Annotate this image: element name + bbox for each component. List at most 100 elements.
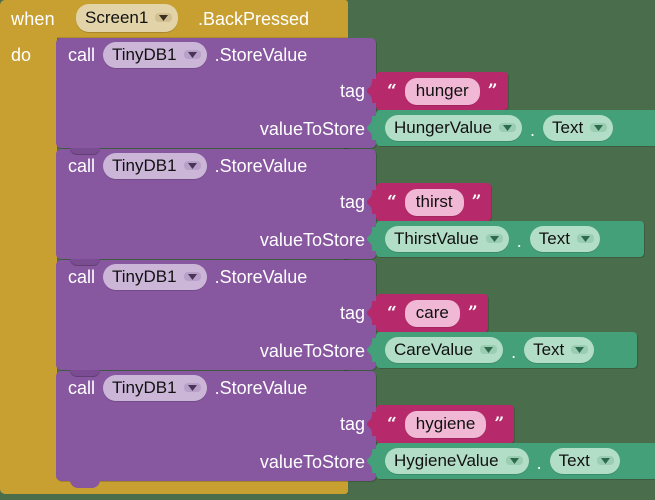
call-keyword: call [68, 377, 96, 398]
chevron-down-icon[interactable] [480, 345, 498, 354]
tag-label: tag [339, 191, 365, 212]
close-quote-icon: ” [494, 413, 505, 434]
chevron-down-icon[interactable] [498, 123, 516, 132]
text-block-4[interactable]: “ hygiene ” [367, 405, 515, 443]
method-name-label: .StoreValue [214, 155, 308, 176]
chevron-down-icon[interactable] [596, 456, 614, 465]
text-value-field[interactable]: care [404, 299, 460, 327]
valuetostore-label: valueToStore [259, 229, 365, 250]
property-separator: . [511, 342, 517, 362]
call-block-storevalue-3[interactable]: call TinyDB1 .StoreValue tag valueToStor… [56, 259, 376, 377]
property-dropdown-2[interactable]: Text [529, 226, 600, 252]
call-keyword: call [68, 155, 96, 176]
valuetostore-label: valueToStore [259, 451, 365, 472]
chevron-down-icon[interactable] [505, 456, 523, 465]
call-block-storevalue-2[interactable]: call TinyDB1 .StoreValue tag valueToStor… [56, 148, 376, 266]
text-block-1[interactable]: “ hunger ” [367, 72, 508, 110]
screen-component-dropdown[interactable]: Screen1 [76, 4, 179, 32]
valuetostore-label: valueToStore [259, 340, 365, 361]
chevron-down-icon[interactable] [183, 383, 201, 392]
getter-block-4[interactable]: HygieneValue . Text [367, 443, 655, 479]
tinydb-component-dropdown-2[interactable]: TinyDB1 [103, 153, 207, 179]
valuetostore-socket-row-4: valueToStore [56, 443, 376, 481]
component-dropdown-3[interactable]: CareValue [385, 337, 504, 363]
call-block-storevalue-1[interactable]: call TinyDB1 .StoreValue tag valueToStor… [56, 38, 376, 155]
puzzle-plug-icon [367, 338, 377, 362]
tinydb-component-name: TinyDB1 [112, 155, 177, 175]
call-keyword: call [68, 266, 96, 287]
open-quote-icon: “ [387, 191, 397, 212]
puzzle-plug-icon [367, 79, 377, 103]
component-dropdown-1[interactable]: HungerValue [385, 115, 522, 141]
puzzle-plug-icon [367, 412, 377, 436]
puzzle-plug-icon [367, 190, 377, 214]
close-quote-icon: ” [471, 191, 482, 212]
puzzle-plug-icon [367, 301, 377, 325]
tag-socket-row-3: tag [56, 294, 376, 332]
method-name-label: .StoreValue [214, 44, 308, 65]
getter-block-2[interactable]: ThirstValue . Text [367, 221, 644, 257]
screen-component-name: Screen1 [85, 7, 149, 27]
method-name-label: .StoreValue [214, 266, 308, 287]
text-value-field[interactable]: hunger [404, 77, 480, 105]
component-dropdown-2[interactable]: ThirstValue [385, 226, 509, 252]
open-quote-icon: “ [387, 80, 397, 101]
when-label: when [11, 9, 55, 29]
valuetostore-label: valueToStore [259, 118, 365, 139]
property-dropdown-3[interactable]: Text [524, 337, 595, 363]
property-dropdown-1[interactable]: Text [543, 115, 614, 141]
call-block-header-1: call TinyDB1 .StoreValue [56, 38, 376, 72]
getter-block-3[interactable]: CareValue . Text [367, 332, 637, 368]
chevron-down-icon[interactable] [590, 123, 608, 132]
tag-socket-row-1: tag [56, 72, 376, 110]
tinydb-component-name: TinyDB1 [112, 377, 177, 397]
tinydb-component-name: TinyDB1 [112, 266, 177, 286]
close-quote-icon: ” [467, 302, 478, 323]
do-label: do [11, 45, 32, 65]
getter-block-1[interactable]: HungerValue . Text [367, 110, 655, 146]
property-name: Text [552, 117, 584, 137]
chevron-down-icon[interactable] [485, 234, 503, 243]
blocks-canvas: when Screen1 .BackPressed do call TinyDB… [0, 0, 655, 500]
tinydb-component-name: TinyDB1 [112, 44, 177, 64]
component-name: CareValue [394, 339, 474, 359]
property-dropdown-4[interactable]: Text [549, 448, 620, 474]
call-block-header-2: call TinyDB1 .StoreValue [56, 149, 376, 183]
puzzle-plug-icon [367, 449, 377, 473]
chevron-down-icon[interactable] [155, 13, 173, 22]
component-name: ThirstValue [394, 228, 479, 248]
chevron-down-icon[interactable] [571, 345, 589, 354]
call-block-header-4: call TinyDB1 .StoreValue [56, 371, 376, 405]
text-value-field[interactable]: hygiene [404, 410, 487, 438]
block-connector-bottom [70, 480, 100, 488]
valuetostore-socket-row-3: valueToStore [56, 332, 376, 370]
call-keyword: call [68, 44, 96, 65]
chevron-down-icon[interactable] [183, 161, 201, 170]
component-name: HungerValue [394, 117, 492, 137]
chevron-down-icon[interactable] [183, 272, 201, 281]
text-value-field[interactable]: thirst [404, 188, 464, 216]
property-name: Text [533, 339, 565, 359]
event-name-label: .BackPressed [198, 9, 310, 29]
chevron-down-icon[interactable] [576, 234, 594, 243]
puzzle-plug-icon [367, 227, 377, 251]
close-quote-icon: ” [487, 80, 498, 101]
valuetostore-socket-row-2: valueToStore [56, 221, 376, 259]
property-name: Text [558, 450, 590, 470]
open-quote-icon: “ [387, 302, 397, 323]
valuetostore-socket-row-1: valueToStore [56, 110, 376, 148]
tinydb-component-dropdown-3[interactable]: TinyDB1 [103, 264, 207, 290]
text-block-2[interactable]: “ thirst ” [367, 183, 492, 221]
component-dropdown-4[interactable]: HygieneValue [385, 448, 529, 474]
property-separator: . [529, 120, 535, 140]
tinydb-component-dropdown-4[interactable]: TinyDB1 [103, 375, 207, 401]
tinydb-component-dropdown-1[interactable]: TinyDB1 [103, 42, 207, 68]
method-name-label: .StoreValue [214, 377, 308, 398]
tag-label: tag [339, 302, 365, 323]
open-quote-icon: “ [387, 413, 397, 434]
chevron-down-icon[interactable] [183, 50, 201, 59]
property-separator: . [536, 453, 542, 473]
text-block-3[interactable]: “ care ” [367, 294, 488, 332]
call-block-storevalue-4[interactable]: call TinyDB1 .StoreValue tag valueToStor… [56, 370, 376, 488]
tag-label: tag [339, 413, 365, 434]
